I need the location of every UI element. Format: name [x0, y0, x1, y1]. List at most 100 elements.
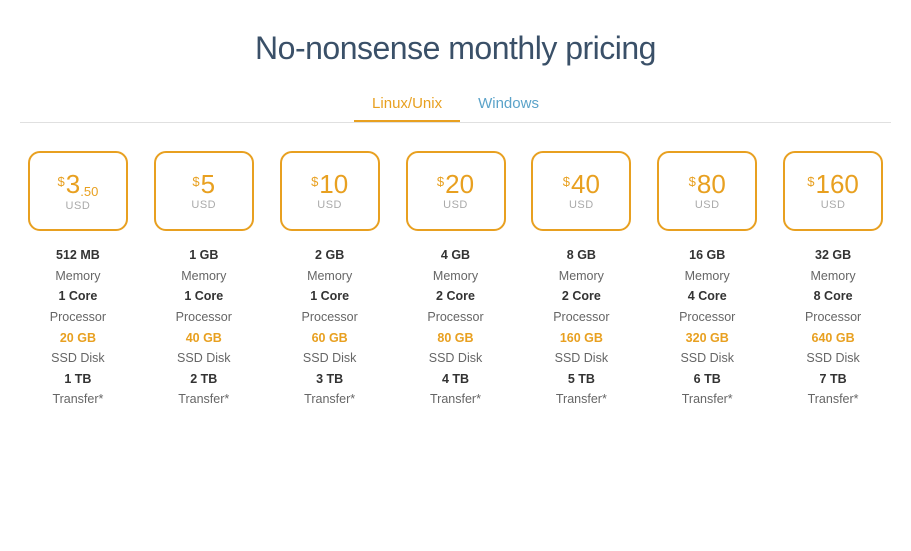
spec-line: 320 GB — [679, 328, 735, 349]
spec-line: 160 GB — [553, 328, 609, 349]
spec-line: 4 TB — [427, 369, 483, 390]
spec-line: Processor — [805, 307, 861, 328]
spec-line: Memory — [553, 266, 609, 287]
price-cents: .50 — [80, 185, 98, 198]
spec-line: Memory — [427, 266, 483, 287]
spec-line: 4 GB — [427, 245, 483, 266]
spec-line: SSD Disk — [679, 348, 735, 369]
price-number: 10 — [319, 171, 348, 197]
spec-line: 3 TB — [302, 369, 358, 390]
price-box[interactable]: $3.50 USD — [28, 151, 128, 231]
plan-plan-80[interactable]: $80 USD 16 GBMemory4 CoreProcessor320 GBSS… — [649, 151, 765, 410]
plan-plan-160[interactable]: $160 USD 32 GBMemory8 CoreProcessor640 GBS… — [775, 151, 891, 410]
price-box[interactable]: $20USD — [406, 151, 506, 231]
price-box[interactable]: $160 USD — [783, 151, 883, 231]
spec-line: 2 Core — [553, 286, 609, 307]
spec-line: 8 Core — [805, 286, 861, 307]
spec-line: Processor — [679, 307, 735, 328]
spec-line: SSD Disk — [302, 348, 358, 369]
spec-line: Transfer* — [176, 389, 232, 410]
spec-line: SSD Disk — [176, 348, 232, 369]
spec-line: 32 GB — [805, 245, 861, 266]
page-title: No-nonsense monthly pricing — [255, 30, 656, 67]
price-number: 3 — [66, 171, 80, 197]
plans-container: $3.50USD512 MBMemory1 CoreProcessor20 GB… — [20, 151, 891, 410]
spec-line: 1 GB — [176, 245, 232, 266]
price-box[interactable]: $5 USD — [154, 151, 254, 231]
spec-line: 1 Core — [50, 286, 106, 307]
plan-specs: 8 GBMemory2 CoreProcessor160 GBSSD Disk5… — [553, 245, 609, 410]
spec-line: 60 GB — [302, 328, 358, 349]
price-box[interactable]: $40 USD — [531, 151, 631, 231]
price-currency: USD — [821, 199, 846, 211]
spec-line: 2 TB — [176, 369, 232, 390]
spec-line: Transfer* — [553, 389, 609, 410]
spec-line: Transfer* — [50, 389, 106, 410]
spec-line: 1 Core — [302, 286, 358, 307]
price-number: 160 — [816, 171, 859, 197]
price-number: 20 — [445, 171, 474, 197]
price-box[interactable]: $80 USD — [657, 151, 757, 231]
spec-line: SSD Disk — [805, 348, 861, 369]
spec-line: Transfer* — [427, 389, 483, 410]
price-currency: USD — [317, 199, 342, 211]
price-currency: USD — [191, 199, 216, 211]
price-dollar-sign: $ — [563, 175, 570, 188]
price-box[interactable]: $10 USD — [280, 151, 380, 231]
spec-line: 40 GB — [176, 328, 232, 349]
price-dollar-sign: $ — [437, 175, 444, 188]
price-dollar-sign: $ — [807, 175, 814, 188]
price-dollar-sign: $ — [689, 175, 696, 188]
spec-line: 16 GB — [679, 245, 735, 266]
spec-line: 6 TB — [679, 369, 735, 390]
spec-line: Memory — [50, 266, 106, 287]
tab-linux[interactable]: Linux/Unix — [354, 87, 460, 122]
spec-line: 5 TB — [553, 369, 609, 390]
spec-line: Processor — [553, 307, 609, 328]
spec-line: Memory — [805, 266, 861, 287]
spec-line: Memory — [176, 266, 232, 287]
spec-line: Transfer* — [679, 389, 735, 410]
price-dollar-sign: $ — [58, 175, 65, 188]
price-currency: USD — [66, 200, 91, 212]
spec-line: Memory — [679, 266, 735, 287]
spec-line: 640 GB — [805, 328, 861, 349]
spec-line: Processor — [302, 307, 358, 328]
spec-line: 2 Core — [427, 286, 483, 307]
spec-line: 80 GB — [427, 328, 483, 349]
tab-windows[interactable]: Windows — [460, 87, 557, 122]
plan-plan-20[interactable]: $20USD 4 GBMemory2 CoreProcessor80 GBSSD … — [398, 151, 514, 410]
spec-line: SSD Disk — [553, 348, 609, 369]
spec-line: SSD Disk — [50, 348, 106, 369]
spec-line: 7 TB — [805, 369, 861, 390]
spec-line: Transfer* — [805, 389, 861, 410]
plan-plan-10[interactable]: $10 USD 2 GBMemory1 CoreProcessor60 GBSSD … — [272, 151, 388, 410]
plan-specs: 16 GBMemory4 CoreProcessor320 GBSSD Disk… — [679, 245, 735, 410]
tab-bar: Linux/Unix Windows — [354, 87, 557, 122]
spec-line: 512 MB — [50, 245, 106, 266]
plan-plan-5[interactable]: $5 USD 1 GBMemory1 CoreProcessor40 GBSSD D… — [146, 151, 262, 410]
plan-specs: 4 GBMemory2 CoreProcessor80 GBSSD Disk4 … — [427, 245, 483, 410]
price-number: 80 — [697, 171, 726, 197]
spec-line: 8 GB — [553, 245, 609, 266]
spec-line: 1 Core — [176, 286, 232, 307]
price-currency: USD — [695, 199, 720, 211]
spec-line: Transfer* — [302, 389, 358, 410]
price-currency: USD — [569, 199, 594, 211]
spec-line: Processor — [427, 307, 483, 328]
plan-specs: 512 MBMemory1 CoreProcessor20 GBSSD Disk… — [50, 245, 106, 410]
spec-line: Processor — [176, 307, 232, 328]
price-number: 5 — [201, 171, 215, 197]
price-dollar-sign: $ — [311, 175, 318, 188]
spec-line: Memory — [302, 266, 358, 287]
plan-specs: 2 GBMemory1 CoreProcessor60 GBSSD Disk3 … — [302, 245, 358, 410]
plan-plan-350[interactable]: $3.50 USD 512 MBMemory1 CoreProcessor20 GB… — [20, 151, 136, 410]
tab-divider — [20, 122, 891, 123]
plan-specs: 32 GBMemory8 CoreProcessor640 GBSSD Disk… — [805, 245, 861, 410]
spec-line: Processor — [50, 307, 106, 328]
price-number: 40 — [571, 171, 600, 197]
price-dollar-sign: $ — [192, 175, 199, 188]
spec-line: 1 TB — [50, 369, 106, 390]
plan-plan-40[interactable]: $40 USD 8 GBMemory2 CoreProcessor160 GBSSD… — [523, 151, 639, 410]
spec-line: 20 GB — [50, 328, 106, 349]
